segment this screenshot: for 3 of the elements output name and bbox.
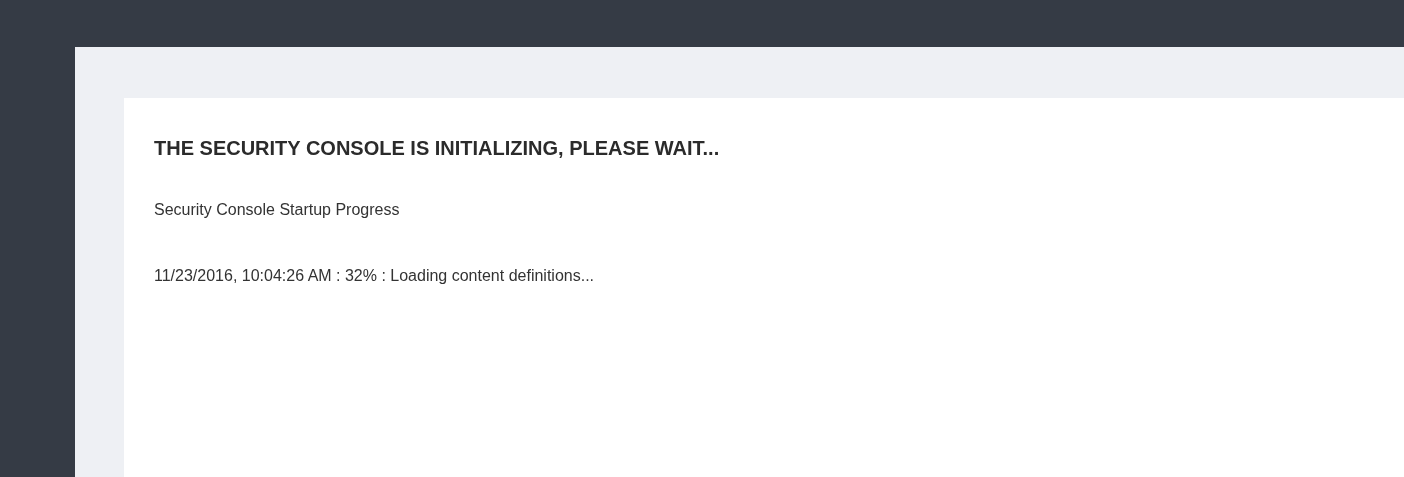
status-heading: THE SECURITY CONSOLE IS INITIALIZING, PLEASE WAIT... bbox=[154, 136, 721, 160]
progress-message: 11/23/2016, 10:04:26 AM : 32% : Loading content definitions... bbox=[154, 266, 596, 286]
progress-subheading: Security Console Startup Progress bbox=[154, 200, 401, 220]
